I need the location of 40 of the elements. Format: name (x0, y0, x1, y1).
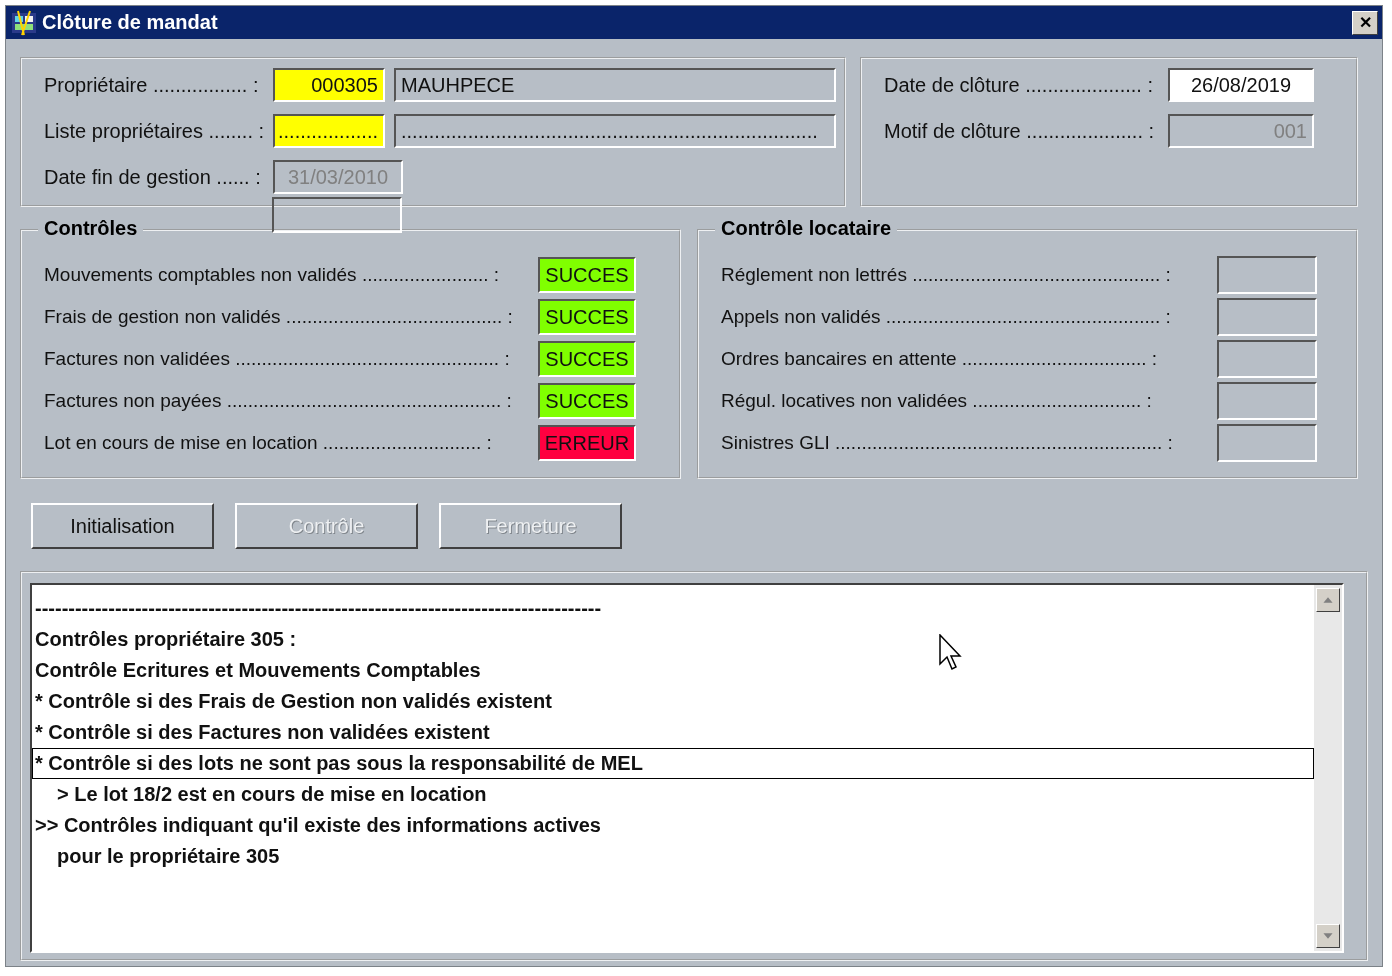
check-label: Réglement non lettrés ............................................... : (721, 264, 1172, 286)
input-field[interactable]: ........................................................................... (394, 114, 836, 148)
check-label: Factures non validées .................................................. : (44, 348, 511, 370)
input-field[interactable]: .................. (273, 114, 385, 148)
check-label: Lot en cours de mise en location .............................. : (44, 432, 493, 454)
status-field: SUCCES (538, 257, 636, 293)
status-field: SUCCES (538, 341, 636, 377)
scroll-up-icon[interactable] (1316, 588, 1340, 612)
log-line[interactable]: >> Contrôles indiquant qu'il existe des informations actives (32, 810, 1314, 841)
check-label: Frais de gestion non validés ......................................... : (44, 306, 514, 328)
field-label: Date fin de gestion ...... : (44, 165, 262, 189)
input-field[interactable]: 26/08/2019 (1168, 68, 1314, 102)
scrollbar[interactable] (1314, 585, 1342, 951)
scroll-down-icon[interactable] (1316, 924, 1340, 948)
status-field: SUCCES (538, 299, 636, 335)
field-label: Propriétaire ................. : (44, 73, 260, 97)
check-label: Sinistres GLI .............................................................. : (721, 432, 1174, 454)
check-label: Factures non payées .................................................... : (44, 390, 513, 412)
input-field[interactable]: MAUHPECE (394, 68, 836, 102)
app-icon (10, 8, 38, 37)
check-label: Ordres bancaires en attente ................................... : (721, 348, 1159, 370)
log-line[interactable]: pour le propriétaire 305 (32, 841, 1314, 872)
check-label: Régul. locatives non validées ................................ : (721, 390, 1153, 412)
log-line[interactable]: Contrôle Ecritures et Mouvements Comptables (32, 655, 1314, 686)
log-line[interactable]: * Contrôle si des Frais de Gestion non validés existent (32, 686, 1314, 717)
field-label: Date de clôture ..................... : (884, 73, 1154, 97)
window-title: Clôture de mandat (42, 11, 219, 34)
log-line[interactable]: > Le lot 18/2 est en cours de mise en location (32, 779, 1314, 810)
action-button[interactable]: Initialisation (31, 503, 214, 549)
log-line[interactable]: * Contrôle si des Factures non validées existent (32, 717, 1314, 748)
field-label: Motif de clôture ..................... : (884, 119, 1156, 143)
close-button[interactable]: ✕ (1352, 10, 1378, 35)
input-field[interactable]: 000305 (273, 68, 385, 102)
status-field: ERREUR (538, 425, 636, 461)
status-field: SUCCES (538, 383, 636, 419)
log-line[interactable]: ------------------------------------------------------------------------------------- (32, 593, 1314, 624)
field-label: Liste propriétaires ........ : (44, 119, 266, 143)
log-line[interactable]: Contrôles propriétaire 305 : (32, 624, 1314, 655)
check-label: Mouvements comptables non validés ........................ : (44, 264, 501, 286)
check-label: Appels non validés .................................................... : (721, 306, 1172, 328)
